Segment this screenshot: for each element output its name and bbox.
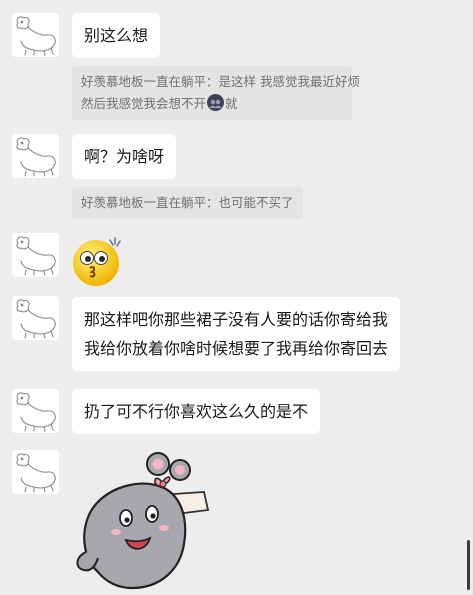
people-emoji-icon [207,94,225,111]
sheep-doodle-icon [16,392,56,432]
message-bubble[interactable]: 那这样吧你那些裙子没有人要的话你寄给我 我给你放着你啥时候想要了我再给你寄回去 [72,297,401,371]
message-text: 我给你放着你啥时候想要了我再给你寄回去 [84,339,389,358]
sheep-doodle-icon [16,453,56,493]
message-text: 扔了可不行你喜欢这么久的是不 [84,402,309,421]
gray-mouse-sticker-icon[interactable] [70,452,210,592]
quoted-message[interactable]: 好羡慕地板一直在躺平：也可能不买了 [72,187,303,219]
chat-thread: 别这么想 好羡慕地板一直在躺平：是这样 我感觉我最近好烦 然后我感觉我会想不开 … [0,0,473,595]
message-bubble[interactable]: 别这么想 [72,13,161,58]
quote-text: 好羡慕地板一直在躺平：是这样 我感觉我最近好烦 [81,74,360,89]
quote-text: 就 [225,96,238,111]
avatar[interactable] [12,13,59,57]
message-text: 别这么想 [84,26,149,45]
avatar[interactable] [12,233,59,277]
message-text: 啊？为啥呀 [84,147,165,166]
quoted-message[interactable]: 好羡慕地板一直在躺平：是这样 我感觉我最近好烦 然后我感觉我会想不开 就 [72,66,360,120]
sheep-doodle-icon [16,137,56,177]
quote-text: 好羡慕地板一直在躺平：也可能不买了 [81,195,294,210]
quote-text: 然后我感觉我会想不开 [81,96,207,111]
scrollbar[interactable] [467,540,470,590]
avatar[interactable] [12,450,59,494]
surprised-face-emoji-icon[interactable] [70,232,126,288]
avatar[interactable] [12,389,59,433]
avatar[interactable] [12,296,59,340]
sheep-doodle-icon [16,236,56,276]
message-text: 那这样吧你那些裙子没有人要的话你寄给我 [84,310,389,329]
sheep-doodle-icon [16,299,56,339]
sheep-doodle-icon [16,16,56,56]
avatar[interactable] [12,134,59,178]
message-bubble[interactable]: 啊？为啥呀 [72,134,177,179]
message-bubble[interactable]: 扔了可不行你喜欢这么久的是不 [72,389,321,434]
